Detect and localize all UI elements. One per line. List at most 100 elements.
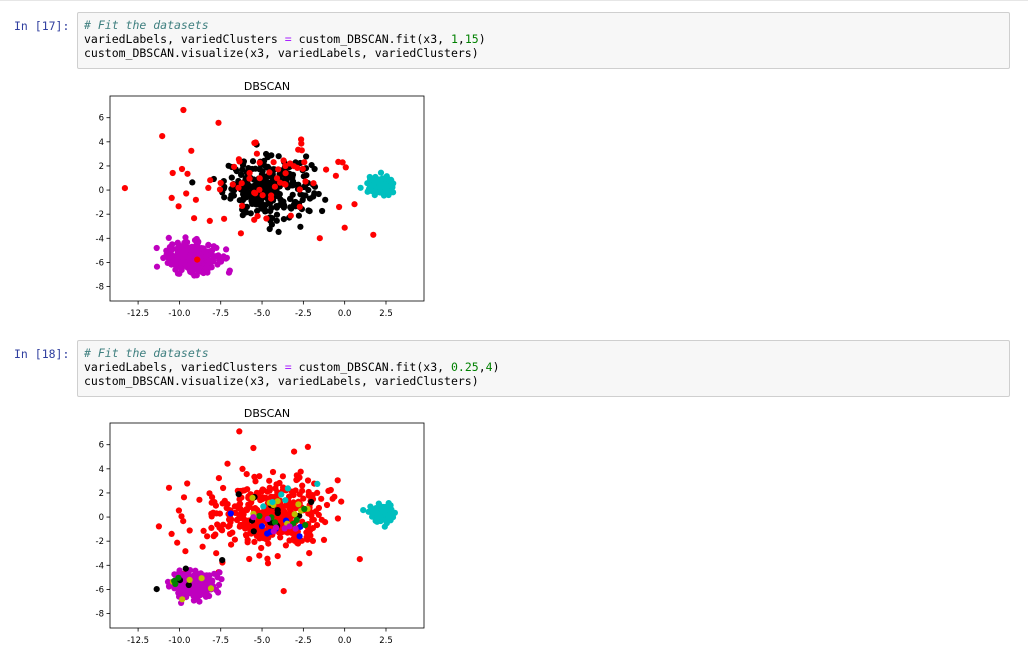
cell-17-code-editor[interactable]: # Fit the datasets variedLabels, variedC… [77, 12, 1010, 69]
data-point [282, 170, 289, 177]
data-point [231, 536, 238, 543]
data-point [153, 244, 160, 252]
data-point [277, 179, 284, 186]
data-point [186, 527, 193, 534]
y-tick-label: -4 [96, 561, 104, 571]
cell-18-code-editor[interactable]: # Fit the datasets variedLabels, variedC… [77, 340, 1010, 397]
data-point [291, 511, 298, 518]
data-point [202, 264, 210, 271]
data-point [244, 536, 251, 544]
data-points [121, 106, 397, 279]
data-point [231, 163, 238, 170]
data-point [184, 170, 191, 177]
y-tick-label: -4 [96, 234, 104, 244]
data-point [276, 191, 283, 198]
x-tick-label: 0.0 [338, 309, 352, 319]
data-point [239, 465, 246, 472]
data-point [357, 184, 364, 191]
data-point [339, 159, 346, 166]
code-text: variedLabels, variedClusters [84, 360, 285, 374]
data-point [300, 495, 307, 502]
data-point [270, 528, 277, 535]
data-point [295, 540, 302, 547]
data-point [235, 491, 242, 498]
data-point [215, 589, 222, 596]
data-point [169, 258, 177, 266]
data-point [294, 164, 301, 171]
data-point [385, 191, 392, 199]
data-point [222, 255, 229, 262]
code-text: custom_DBSCAN.visualize(x3, variedLabels… [84, 46, 479, 60]
data-point [325, 487, 332, 494]
data-point [204, 533, 211, 540]
data-point [238, 509, 245, 516]
data-point [303, 153, 310, 160]
data-point [320, 536, 328, 543]
data-point [329, 495, 336, 502]
data-point [227, 519, 234, 526]
data-point [237, 500, 244, 507]
data-point [295, 212, 302, 219]
data-point [278, 491, 285, 498]
x-tick-label: -5.0 [254, 636, 271, 646]
data-point [280, 588, 287, 595]
data-point [168, 194, 175, 201]
data-point [243, 471, 250, 478]
data-point [243, 506, 251, 514]
data-point [236, 428, 243, 435]
data-point [369, 509, 376, 516]
data-point [274, 553, 281, 560]
data-point [305, 186, 312, 194]
data-point [296, 533, 303, 540]
data-point [215, 581, 223, 588]
data-point [153, 263, 161, 270]
data-point [266, 484, 273, 491]
data-point [381, 523, 388, 530]
code-text: custom_DBSCAN.fit(x3, [291, 32, 451, 46]
data-point [250, 444, 257, 452]
data-point [121, 185, 128, 192]
data-point [242, 521, 249, 528]
data-point [269, 468, 277, 476]
data-point [225, 269, 233, 276]
data-point [191, 215, 198, 222]
data-point [196, 496, 203, 503]
data-point [253, 150, 260, 157]
data-point [252, 165, 259, 172]
data-point [275, 153, 282, 160]
data-point [299, 165, 306, 172]
data-point [256, 186, 263, 193]
data-point [235, 184, 242, 191]
data-point [236, 158, 243, 165]
data-point [296, 560, 303, 567]
data-point [250, 514, 257, 521]
x-tick-label: 2.5 [379, 636, 393, 646]
data-point [249, 494, 256, 501]
data-point [251, 216, 258, 223]
data-point [273, 211, 281, 218]
data-point [155, 523, 162, 530]
data-point [265, 540, 272, 547]
data-point [246, 555, 253, 563]
dbscan-scatter-plot-17: DBSCAN -12.5 -10.0 -7.5 -5.0 -2.5 0.0 2.5 6 4 2 0 -2… [96, 80, 425, 319]
data-point [301, 159, 308, 166]
data-point [194, 256, 201, 263]
data-point [244, 486, 251, 493]
data-point [184, 480, 191, 487]
data-point [205, 184, 212, 191]
data-point [319, 207, 326, 215]
data-point [251, 538, 258, 545]
data-point [295, 146, 302, 153]
data-point [215, 252, 222, 259]
code-text: custom_DBSCAN.fit(x3, [291, 360, 451, 374]
data-point [282, 542, 289, 549]
data-point [264, 154, 271, 161]
data-point [233, 516, 241, 524]
code-comment: # Fit the datasets [84, 18, 209, 32]
x-tick-label: -10.0 [168, 309, 190, 319]
data-point [318, 495, 325, 502]
data-point [275, 228, 282, 235]
code-text: ) [492, 360, 500, 374]
code-operator: = [284, 32, 292, 46]
data-point [180, 494, 188, 501]
